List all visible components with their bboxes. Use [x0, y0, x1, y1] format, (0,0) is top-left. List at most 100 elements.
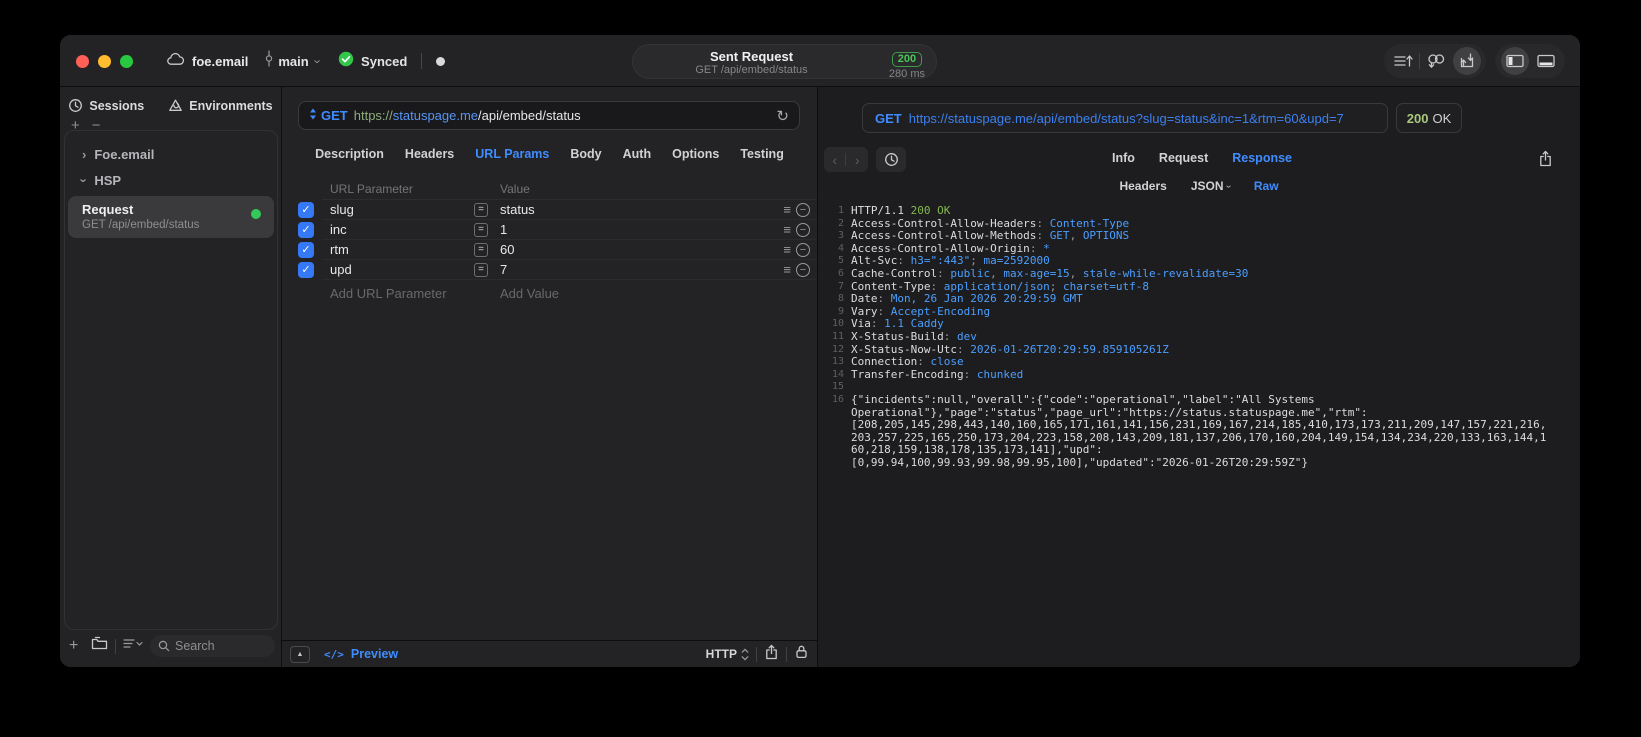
- response-summary: 200 280 ms: [889, 49, 925, 80]
- layout-sidebar-icon: [1505, 54, 1524, 68]
- row-remove-icon[interactable]: −: [796, 223, 810, 237]
- tab-auth[interactable]: Auth: [623, 147, 651, 161]
- tab-url-params[interactable]: URL Params: [475, 147, 549, 161]
- response-url-box[interactable]: GET https://statuspage.me/api/embed/stat…: [862, 103, 1388, 133]
- sidebar-footer: + Search: [69, 634, 275, 658]
- tab-environments[interactable]: Environments: [168, 98, 273, 113]
- toggle-bottom-panel-button[interactable]: [1530, 44, 1561, 78]
- zoom-button[interactable]: [120, 55, 133, 68]
- line-number: 6: [837, 267, 844, 279]
- collapse-panel-button[interactable]: ▲: [290, 645, 310, 663]
- param-value[interactable]: 60: [500, 242, 514, 257]
- code-token: 200 OK: [910, 204, 951, 217]
- tab-options[interactable]: Options: [672, 147, 719, 161]
- search-input[interactable]: Search: [150, 635, 275, 657]
- param-name[interactable]: upd: [330, 262, 352, 277]
- code-token: GET: [1049, 229, 1070, 243]
- tab-environments-label: Environments: [189, 98, 273, 113]
- sync-status[interactable]: Synced: [338, 51, 407, 72]
- add-param-value[interactable]: Add Value: [500, 286, 559, 301]
- protocol-selector[interactable]: HTTP: [706, 647, 737, 661]
- json-format-chevron-icon: ›: [1222, 184, 1234, 189]
- param-checkbox[interactable]: ✓: [298, 262, 314, 278]
- param-row-rtm: ✓ rtm = 60 ≡ −: [282, 240, 817, 260]
- footer-divider: [115, 638, 116, 654]
- params-table: ✓ slug = status ≡ − ✓ inc = 1 ≡ − ✓ rtm = 60 ≡ − ✓ upd = 7 ≡ −: [282, 200, 817, 280]
- param-name[interactable]: inc: [330, 222, 347, 237]
- branch-selector[interactable]: main ›: [264, 50, 325, 72]
- row-remove-icon[interactable]: −: [796, 203, 810, 217]
- param-name[interactable]: rtm: [330, 242, 349, 257]
- param-row-upd: ✓ upd = 7 ≡ −: [282, 260, 817, 280]
- url-input[interactable]: GET https://statuspage.me/api/embed/stat…: [298, 101, 800, 130]
- status-text: OK: [1432, 110, 1452, 126]
- tab-sessions[interactable]: Sessions: [68, 98, 144, 113]
- row-drag-icon[interactable]: ≡: [783, 262, 791, 277]
- footer-divider: [756, 646, 757, 662]
- param-value[interactable]: 1: [500, 222, 507, 237]
- status-code: 200: [1406, 110, 1429, 126]
- param-name[interactable]: slug: [330, 202, 354, 217]
- code-token: 60,218,159,138,178,135,173,141],"upd":: [851, 443, 1103, 457]
- response-tab-response[interactable]: Response: [1232, 151, 1292, 165]
- new-folder-button[interactable]: [91, 636, 108, 656]
- code-text: Transfer-Encoding: chunked: [851, 368, 1023, 382]
- response-code[interactable]: 1 HTTP/1.1 200 OK 2 Access-Control-Allow-He…: [828, 204, 1575, 470]
- request-summary-pill[interactable]: Sent Request GET /api/embed/status 200 2…: [632, 44, 937, 80]
- line-number: 9: [837, 305, 844, 317]
- lock-button[interactable]: [794, 644, 809, 664]
- code-token: :: [877, 304, 891, 318]
- row-drag-icon[interactable]: ≡: [783, 242, 791, 257]
- refresh-icon[interactable]: ↻: [776, 107, 789, 125]
- code-token: :: [897, 254, 911, 268]
- share-button[interactable]: [764, 644, 779, 665]
- response-subtab-headers[interactable]: Headers: [1119, 179, 1166, 193]
- param-checkbox[interactable]: ✓: [298, 222, 314, 238]
- response-code-badge: 200: [891, 52, 923, 67]
- param-checkbox[interactable]: ✓: [298, 242, 314, 258]
- toggle-sidebar-button[interactable]: [1499, 44, 1530, 78]
- sidebar-item-request[interactable]: Request GET /api/embed/status: [68, 196, 274, 238]
- response-time: 280 ms: [888, 68, 925, 80]
- param-row-slug: ✓ slug = status ≡ −: [282, 200, 817, 220]
- chevron-down-icon: ›: [76, 177, 92, 183]
- tab-testing[interactable]: Testing: [740, 147, 784, 161]
- code-token: ma=2592000: [983, 254, 1050, 268]
- line-number: 3: [837, 230, 844, 242]
- response-subtab-json[interactable]: JSON›: [1191, 179, 1234, 193]
- sort-requests-button[interactable]: [1388, 44, 1419, 78]
- code-token: Operational"},"page":"status","page_url"…: [851, 405, 1368, 419]
- code-token: X-Status-Build: [851, 329, 944, 343]
- sidebar-item-foe-email[interactable]: › Foe.email: [65, 141, 277, 167]
- add-param-name[interactable]: Add URL Parameter: [330, 286, 447, 301]
- export-response-button[interactable]: [1538, 150, 1553, 172]
- row-remove-icon[interactable]: −: [796, 243, 810, 257]
- tab-description[interactable]: Description: [315, 147, 384, 161]
- method-selector[interactable]: GET: [321, 108, 348, 123]
- minimize-button[interactable]: [98, 55, 111, 68]
- new-request-button[interactable]: +: [69, 637, 87, 655]
- param-checkbox[interactable]: ✓: [298, 202, 314, 218]
- row-drag-icon[interactable]: ≡: [783, 222, 791, 237]
- tab-headers[interactable]: Headers: [405, 147, 454, 161]
- param-value[interactable]: 7: [500, 262, 507, 277]
- preview-button[interactable]: Preview: [351, 647, 398, 661]
- import-export-button[interactable]: [1451, 44, 1482, 78]
- sidebar-item-hsp[interactable]: › HSP: [65, 167, 277, 193]
- code-line: [0,99.94,100,99.93,99.98,99.95,100],"upd…: [828, 456, 1575, 470]
- project-name[interactable]: foe.email: [192, 54, 248, 69]
- sort-filter-button[interactable]: [123, 637, 144, 655]
- line-number: 5: [837, 255, 844, 267]
- line-number: 8: [837, 293, 844, 305]
- response-tab-request[interactable]: Request: [1159, 151, 1208, 165]
- response-subtab-raw[interactable]: Raw: [1254, 179, 1279, 193]
- share-icon: [1540, 150, 1551, 167]
- param-value[interactable]: status: [500, 202, 535, 217]
- request-title: Sent Request: [709, 49, 794, 64]
- dynamic-values-button[interactable]: [1420, 44, 1451, 78]
- row-drag-icon[interactable]: ≡: [783, 202, 791, 217]
- tab-body[interactable]: Body: [570, 147, 601, 161]
- row-remove-icon[interactable]: −: [796, 263, 810, 277]
- close-button[interactable]: [76, 55, 89, 68]
- response-tab-info[interactable]: Info: [1112, 151, 1135, 165]
